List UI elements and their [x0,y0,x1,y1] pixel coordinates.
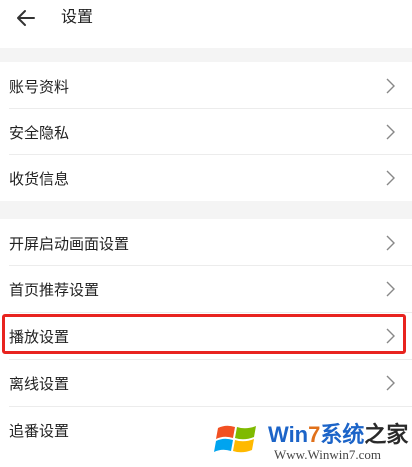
chevron-right-icon [386,235,395,251]
settings-item-label: 追番设置 [9,421,70,440]
settings-item-label: 安全隐私 [9,123,70,142]
settings-item-account-profile[interactable]: 账号资料 [0,63,412,109]
settings-item-label: 播放设置 [9,327,70,346]
chevron-right-icon [386,328,395,344]
chevron-right-icon [386,170,395,186]
back-button[interactable] [8,3,44,33]
settings-item-label: 收货信息 [9,169,70,188]
settings-item-label: 账号资料 [9,77,70,96]
chevron-right-icon [386,78,395,94]
chevron-right-icon [386,375,395,391]
chevron-right-icon [386,281,395,297]
settings-item-security-privacy[interactable]: 安全隐私 [0,109,412,155]
settings-item-offline[interactable]: 离线设置 [0,360,412,406]
settings-item-splash-screen[interactable]: 开屏启动画面设置 [0,220,412,266]
settings-item-label: 首页推荐设置 [9,280,100,299]
settings-group-account: 账号资料 安全隐私 收货信息 [0,62,412,201]
settings-item-label: 离线设置 [9,374,70,393]
settings-item-label: 开屏启动画面设置 [9,234,130,253]
settings-item-playback[interactable]: 播放设置 [0,313,412,359]
chevron-right-icon [386,124,395,140]
watermark-url: Www.Winwin7.com [274,447,381,462]
page-title: 设置 [61,7,94,26]
settings-item-home-recommend[interactable]: 首页推荐设置 [0,266,412,312]
settings-item-shipping-info[interactable]: 收货信息 [0,155,412,201]
app-header: 设置 [0,0,412,48]
watermark: Win7系统之家 Www.Winwin7.com [212,412,412,467]
windows-logo-icon [214,425,256,453]
arrow-left-icon [17,10,35,26]
watermark-title: Win7系统之家 [268,422,409,447]
